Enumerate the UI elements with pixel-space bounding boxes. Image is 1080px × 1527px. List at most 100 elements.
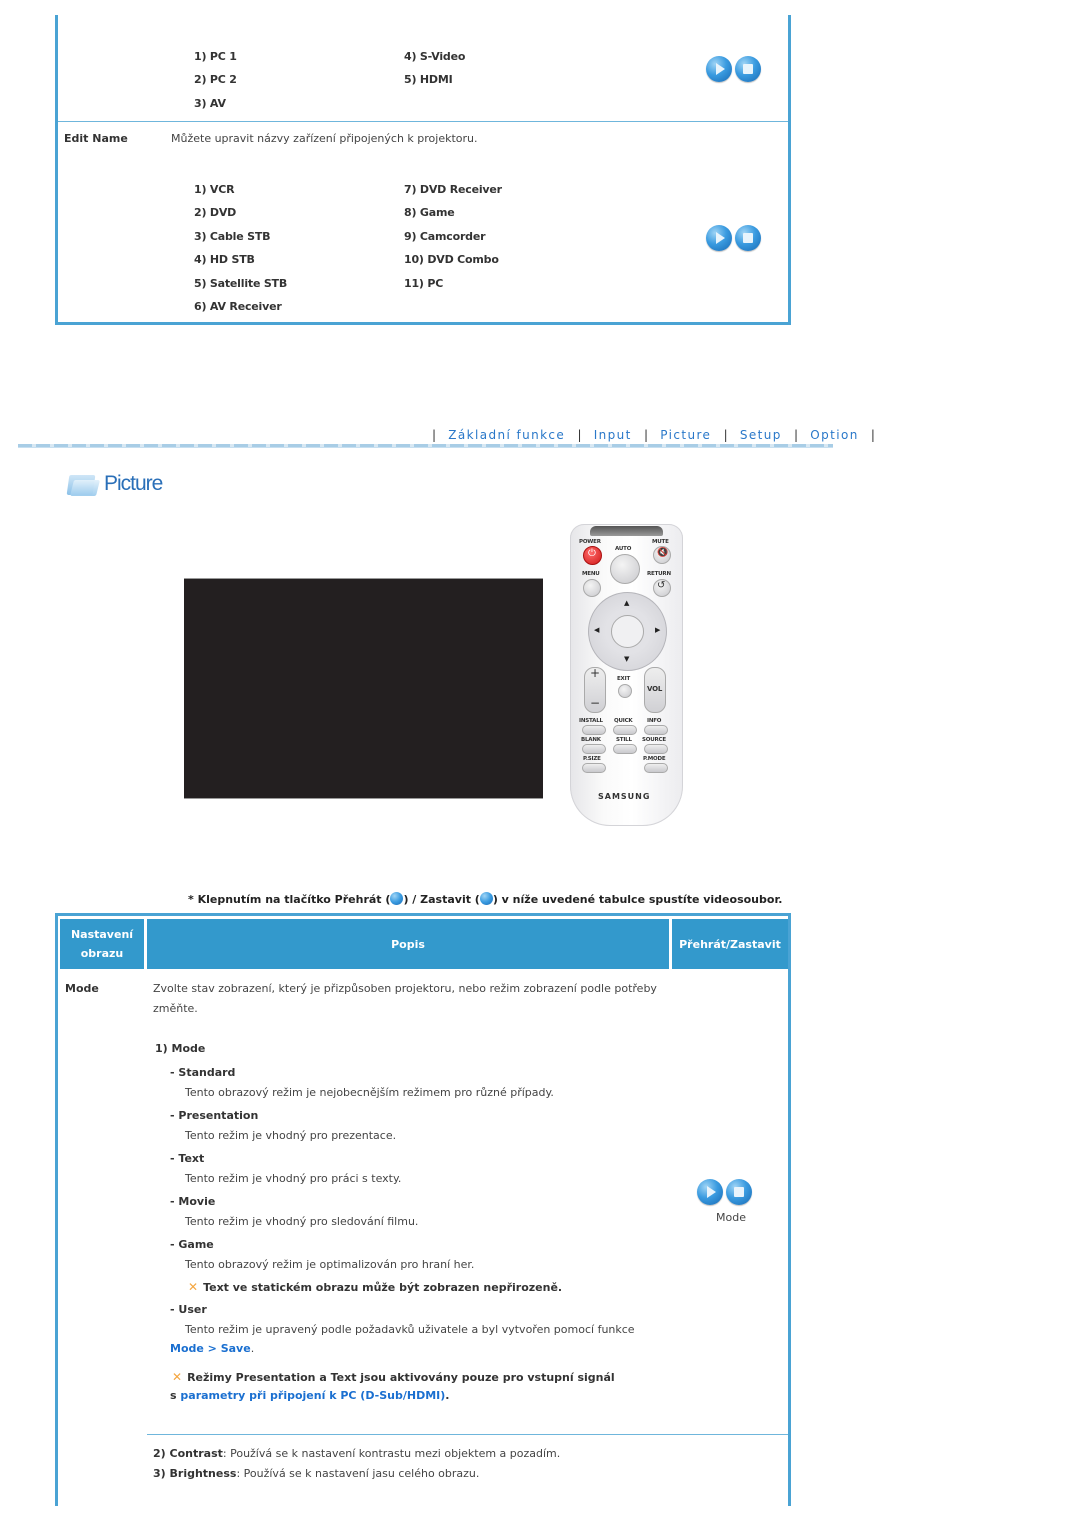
source-button[interactable] [644,744,668,754]
section-title: Picture [66,472,163,496]
play-button[interactable] [706,56,732,82]
remote-label: AUTO [615,546,632,552]
play-button[interactable] [706,225,732,251]
punctuation: . [250,1342,255,1355]
remote-label: EXIT [617,676,630,682]
stop-icon [743,64,753,74]
play-icon [707,1186,716,1198]
blank-button[interactable] [582,744,606,754]
nav-link-zakladni-funkce[interactable]: Základní funkce [448,428,565,442]
nav-link-input[interactable]: Input [594,428,632,442]
punctuation: . [445,1389,450,1402]
keystone-button[interactable]: + − [584,666,606,713]
return-button[interactable]: ↺ [653,579,671,597]
power-button[interactable]: ⏻ [583,546,602,565]
name-item: 11) PC [404,277,444,290]
header-description: Popis [147,919,669,969]
stop-button[interactable] [735,56,761,82]
mode-heading: 1) Mode [155,1042,206,1055]
mode-video-controls [697,1179,752,1205]
remote-label: INSTALL [579,718,603,724]
play-button[interactable] [697,1179,723,1205]
remote-label: SOURCE [642,737,666,743]
divider [147,1434,788,1435]
pc-note-text: Režimy Presentation a Text jsou aktivová… [187,1371,615,1384]
nav-separator: | [432,428,437,442]
pc-note: ✕ Režimy Presentation a Text jsou aktivov… [172,1370,615,1384]
mute-icon: 🔇 [657,548,669,558]
quick-button[interactable] [613,725,637,735]
stop-button[interactable] [726,1179,752,1205]
mode-name: - Text [170,1152,205,1165]
nav-divider [18,444,833,448]
arrow-left-icon: ◀ [594,626,600,634]
mode-intro: Zvolte stav zobrazení, který je přizpůso… [153,982,657,995]
nav-separator: | [644,428,649,442]
video-caption: Mode [716,1211,746,1224]
exit-button[interactable] [618,684,632,698]
video-player[interactable] [184,578,543,799]
nav-separator: | [870,428,875,442]
source-item: 4) S-Video [404,50,466,63]
minus-icon: − [590,696,601,710]
volume-button[interactable]: VOL [644,667,666,713]
return-icon: ↺ [657,580,666,591]
remote-label: INFO [647,718,662,724]
menu-button[interactable] [583,579,601,597]
stop-button[interactable] [735,225,761,251]
remote-label: RETURN [647,571,671,577]
info-button[interactable] [644,725,668,735]
note-text: ) / Zastavit ( [403,893,480,906]
nav-link-setup[interactable]: Setup [740,428,782,442]
nav-link-option[interactable]: Option [810,428,858,442]
direction-pad[interactable]: ▲ ▼ ◀ ▶ [588,592,667,671]
pc-note-prefix: s [170,1389,181,1402]
contrast-desc: : Používá se k nastavení kontrastu mezi … [222,1447,561,1460]
remote-label: QUICK [614,718,633,724]
edit-name-video-controls [706,225,761,251]
pc-params-link[interactable]: parametry při připojení k PC (D-Sub/HDMI… [180,1389,445,1402]
contrast-line: 2) Contrast: Používá se k nastavení kont… [153,1447,560,1460]
mode-save-link[interactable]: Mode > Save [170,1342,251,1355]
mute-button[interactable]: 🔇 [653,546,671,564]
arrow-right-icon: ▶ [655,626,661,634]
header-play-stop: Přehrát/Zastavit [672,919,788,969]
enter-button[interactable] [611,615,644,648]
mode-desc: Tento režim je upravený podle požadavků … [185,1323,635,1336]
still-button[interactable] [613,744,637,754]
remote-label: STILL [616,737,632,743]
nav-link-picture[interactable]: Picture [660,428,711,442]
brand-logo: SAMSUNG [598,792,651,801]
user-link-line: Mode > Save. [170,1342,254,1355]
arrow-down-icon: ▼ [624,655,630,663]
name-item: 4) HD STB [194,253,255,266]
mode-name: - User [170,1303,207,1316]
name-item: 8) Game [404,206,455,219]
brightness-line: 3) Brightness: Používá se k nastavení ja… [153,1467,479,1480]
header-play-stop-text: Přehrát/Zastavit [679,937,781,951]
plus-icon: + [590,666,601,680]
auto-button[interactable] [610,554,640,584]
divider [58,121,788,122]
remote-label: P.SIZE [583,756,601,762]
mode-name: - Presentation [170,1109,259,1122]
play-stop-note: * Klepnutím na tlačítko Přehrát () / Zas… [188,892,782,906]
stop-icon [743,233,753,243]
name-item: 10) DVD Combo [404,253,499,266]
header-description-text: Popis [391,937,425,951]
section-nav: | Základní funkce | Input | Picture | Se… [425,428,882,442]
edit-name-label: Edit Name [64,132,128,145]
pmode-button[interactable] [644,763,668,773]
install-button[interactable] [582,725,606,735]
header-setting: Nastavení obrazu [60,919,144,969]
name-item: 3) Cable STB [194,230,271,243]
header-setting-text: Nastavení obrazu [70,928,134,960]
psize-button[interactable] [582,763,606,773]
name-item: 9) Camcorder [404,230,486,243]
mode-intro: změňte. [153,1002,198,1015]
remote-label: P.MODE [643,756,666,762]
source-item: 1) PC 1 [194,50,237,63]
mode-desc: Tento režim je vhodný pro práci s texty. [185,1172,402,1185]
stop-icon [734,1187,744,1197]
section-title-text: Picture [104,472,163,495]
